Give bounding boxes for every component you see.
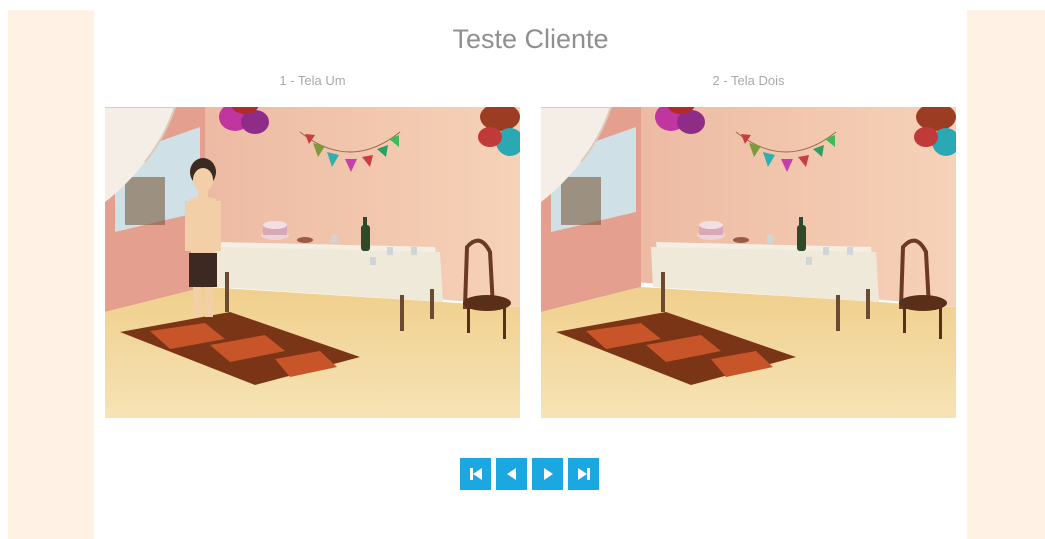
- screen-panel-2: 2 - Tela Dois: [541, 70, 956, 418]
- scene-image-1: [105, 107, 520, 418]
- skip-to-start-icon: [469, 468, 482, 480]
- main-content: Teste Cliente 1 - Tela Um 2 - Tela Dois: [94, 10, 967, 539]
- screen-panel-1: 1 - Tela Um: [105, 70, 520, 418]
- first-button[interactable]: [460, 458, 491, 490]
- last-button[interactable]: [568, 458, 599, 490]
- right-side-panel: [967, 10, 1045, 539]
- navigation-controls: [460, 458, 599, 490]
- page-title: Teste Cliente: [452, 24, 609, 54]
- skip-to-end-icon: [577, 468, 590, 480]
- triangle-right-icon: [543, 468, 553, 480]
- screen-label-1: 1 - Tela Um: [279, 73, 346, 88]
- previous-button[interactable]: [496, 458, 527, 490]
- screen-label-2: 2 - Tela Dois: [712, 73, 785, 88]
- left-side-panel: [8, 10, 94, 539]
- next-button[interactable]: [532, 458, 563, 490]
- triangle-left-icon: [506, 468, 516, 480]
- scene-image-2: [541, 107, 956, 418]
- page: Teste Cliente 1 - Tela Um 2 - Tela Dois: [0, 0, 1045, 539]
